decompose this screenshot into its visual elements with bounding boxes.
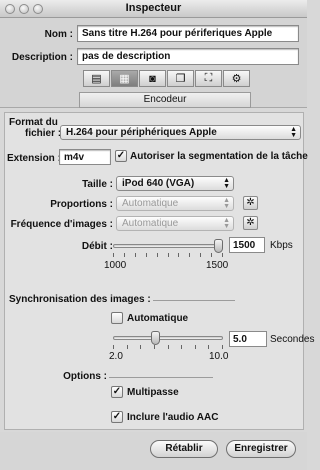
sync-slider-thumb[interactable] <box>151 331 160 345</box>
slider-tick <box>222 253 223 257</box>
title-bar: Inspecteur <box>0 0 307 18</box>
slider-tick <box>113 253 114 257</box>
geometry-icon: ⛶ <box>204 72 213 84</box>
bitrate-slider-thumb[interactable] <box>214 239 223 253</box>
frame-controls-icon: ◙ <box>149 72 156 85</box>
slider-tick <box>208 345 209 349</box>
sync-seconds-unit: Secondes <box>270 334 315 345</box>
actions-icon: ⚙ <box>231 73 242 85</box>
window-title: Inspecteur <box>125 2 182 14</box>
slider-tick <box>135 253 136 257</box>
proportions-popup[interactable]: Automatique ▲ ▼ <box>116 196 234 211</box>
slider-tick <box>200 253 201 257</box>
popup-arrows-icon: ▲ ▼ <box>223 177 230 190</box>
frame-rate-popup[interactable]: Automatique ▲ ▼ <box>116 216 234 231</box>
sync-max-label: 10.0 <box>209 351 229 362</box>
inspector-toolbar: ▤ ▦ ◙ ❐ ⛶ ⚙ <box>83 70 251 88</box>
frame-controls-tab[interactable]: ◙ <box>139 70 166 87</box>
sync-seconds-field[interactable]: 5.0 <box>229 331 267 347</box>
allow-segmentation-checkbox[interactable]: ✓ <box>115 150 127 162</box>
bottom-bar: Rétablir Enregistrer <box>0 432 307 470</box>
bitrate-ticks <box>113 253 223 258</box>
reset-button[interactable]: Rétablir <box>150 440 218 458</box>
slider-tick <box>168 345 169 349</box>
slider-tick <box>178 253 179 257</box>
slider-tick <box>113 345 114 349</box>
slider-tick <box>124 253 125 257</box>
slider-tick <box>127 345 128 349</box>
slider-tick <box>146 253 147 257</box>
name-label: Nom : <box>44 29 73 40</box>
bitrate-slider-track[interactable] <box>113 244 223 248</box>
file-format-popup[interactable]: H.264 pour périphériques Apple ▲ ▼ <box>60 125 301 140</box>
frame-rate-settings-button[interactable]: ✲ <box>243 216 258 230</box>
multipass-label: Multipasse <box>127 387 179 398</box>
description-field[interactable]: pas de description <box>77 48 299 65</box>
slider-tick <box>168 253 169 257</box>
slider-tick <box>189 253 190 257</box>
frame-rate-label: Fréquence d'images : <box>10 219 113 230</box>
multipass-checkbox[interactable]: ✓ <box>111 386 123 398</box>
size-value: iPod 640 (VGA) <box>122 178 195 189</box>
geometry-tab[interactable]: ⛶ <box>195 70 222 87</box>
bitrate-min-label: 1000 <box>104 260 127 271</box>
bitrate-field[interactable]: 1500 <box>229 237 265 253</box>
gear-icon: ✲ <box>246 217 255 228</box>
encoder-tab-label[interactable]: Encodeur <box>79 92 251 108</box>
sync-separator <box>153 300 235 301</box>
sync-min-label: 2.0 <box>109 351 123 362</box>
popup-arrows-icon: ▲ ▼ <box>223 197 230 210</box>
encoder-icon: ▦ <box>119 73 130 85</box>
include-aac-checkbox[interactable]: ✓ <box>111 411 123 423</box>
description-label: Description : <box>11 52 73 63</box>
extension-label: Extension : <box>7 153 61 164</box>
proportions-value: Automatique <box>122 198 179 209</box>
filters-icon: ❐ <box>175 73 186 85</box>
popup-arrows-icon: ▲ ▼ <box>290 126 297 139</box>
sync-automatic-checkbox[interactable] <box>111 312 123 324</box>
sync-label: Synchronisation des images : <box>9 294 151 305</box>
options-separator <box>109 377 213 378</box>
slider-tick <box>140 345 141 349</box>
slider-tick <box>222 345 223 349</box>
proportions-label: Proportions : <box>50 199 113 210</box>
summary-tab[interactable]: ▤ <box>83 70 110 87</box>
include-aac-label: Inclure l'audio AAC <box>127 412 219 423</box>
slider-tick <box>195 345 196 349</box>
sync-automatic-label: Automatique <box>127 313 189 324</box>
slider-tick <box>181 345 182 349</box>
file-format-value: H.264 pour périphériques Apple <box>66 127 217 138</box>
bitrate-unit: Kbps <box>270 240 293 251</box>
size-label: Taille : <box>82 179 113 190</box>
options-label: Options : <box>63 371 107 382</box>
filters-tab[interactable]: ❐ <box>167 70 194 87</box>
frame-rate-value: Automatique <box>122 218 179 229</box>
proportions-settings-button[interactable]: ✲ <box>243 196 258 210</box>
slider-tick <box>211 253 212 257</box>
popup-arrows-icon: ▲ ▼ <box>223 217 230 230</box>
name-field[interactable]: Sans titre H.264 pour périferiques Apple <box>77 25 299 42</box>
encoder-tab-button[interactable]: ▦ <box>111 70 138 87</box>
format-label-line1: Format du <box>9 117 58 128</box>
allow-segmentation-label: Autoriser la segmentation de la tâche <box>130 151 308 162</box>
slider-tick <box>154 345 155 349</box>
encoder-pane: Format du fichier : H.264 pour périphéri… <box>4 112 314 430</box>
gear-icon: ✲ <box>246 197 255 208</box>
size-popup[interactable]: iPod 640 (VGA) ▲ ▼ <box>116 176 234 191</box>
actions-tab[interactable]: ⚙ <box>223 70 250 87</box>
sync-slider-track[interactable] <box>113 336 223 340</box>
save-button[interactable]: Enregistrer <box>226 440 296 458</box>
extension-field[interactable]: m4v <box>59 149 111 165</box>
slider-tick <box>157 253 158 257</box>
sync-ticks <box>113 345 223 350</box>
bitrate-max-label: 1500 <box>206 260 229 271</box>
summary-icon: ▤ <box>91 73 102 85</box>
format-label-line2: fichier : <box>25 128 62 139</box>
bitrate-label: Débit : <box>81 241 113 252</box>
